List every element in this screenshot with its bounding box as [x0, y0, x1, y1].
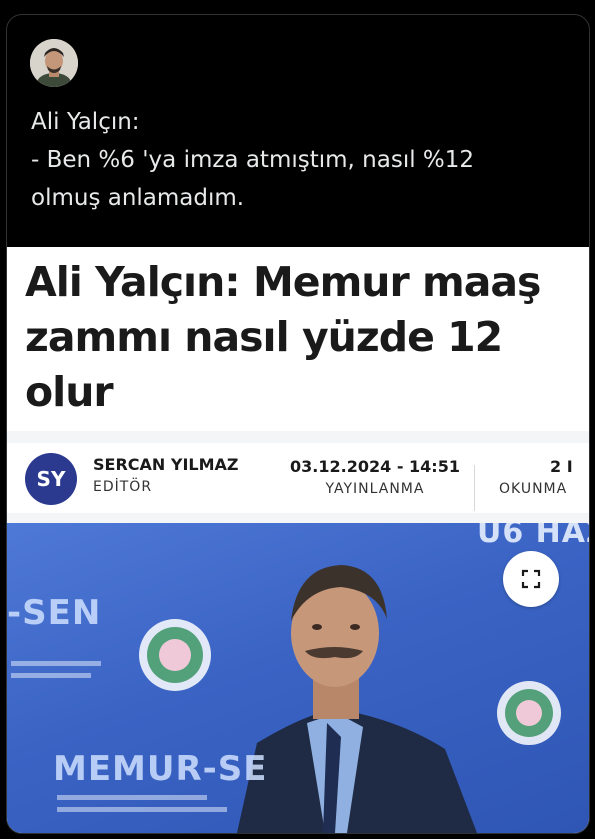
publish-datetime: 03.12.2024 - 14:51 — [290, 457, 460, 476]
author-name: SERCAN YILMAZ — [93, 455, 239, 474]
avatar-photo-icon — [30, 39, 78, 87]
publish-label: YAYINLANMA — [325, 481, 425, 497]
expand-icon — [521, 569, 541, 589]
tweet-text: Ali Yalçın: - Ben %6 'ya imza atmıştım, … — [31, 103, 571, 217]
headline-line: zammı nasıl yüzde 12 — [25, 313, 503, 361]
banner-memur-sen-text: MEMUR-SE — [53, 749, 268, 789]
tweet-line: olmuş anlamadım. — [31, 185, 245, 211]
author-initials-badge: SY — [25, 453, 77, 505]
tweet-line: - Ben %6 'ya imza atmıştım, nasıl %12 — [31, 147, 475, 173]
banner-top-text: U6 HAZ — [477, 523, 589, 550]
article-meta-bar — [7, 431, 589, 523]
meta-divider — [474, 465, 475, 511]
user-avatar[interactable] — [30, 39, 78, 87]
headline-line: Ali Yalçın: Memur maaş — [25, 258, 541, 306]
attached-article-image[interactable]: Ali Yalçın: Memur maaş zammı nasıl yüzde… — [7, 247, 589, 833]
tweet-line: Ali Yalçın: — [31, 109, 140, 135]
article-photo: -SEN MEMUR-SE U6 HAZ — [7, 523, 589, 833]
reads-count: 2 I — [550, 457, 573, 476]
expand-photo-button[interactable] — [503, 551, 559, 607]
article-meta-inner — [7, 443, 589, 513]
banner-sen-text: -SEN — [7, 593, 102, 633]
reads-label: OKUNMA — [499, 481, 568, 497]
article-headline: Ali Yalçın: Memur maaş zammı nasıl yüzde… — [25, 255, 585, 420]
headline-line: olur — [25, 368, 114, 416]
author-role: EDİTÖR — [93, 479, 153, 495]
tweet-card[interactable]: Ali Yalçın: - Ben %6 'ya imza atmıştım, … — [6, 14, 590, 834]
